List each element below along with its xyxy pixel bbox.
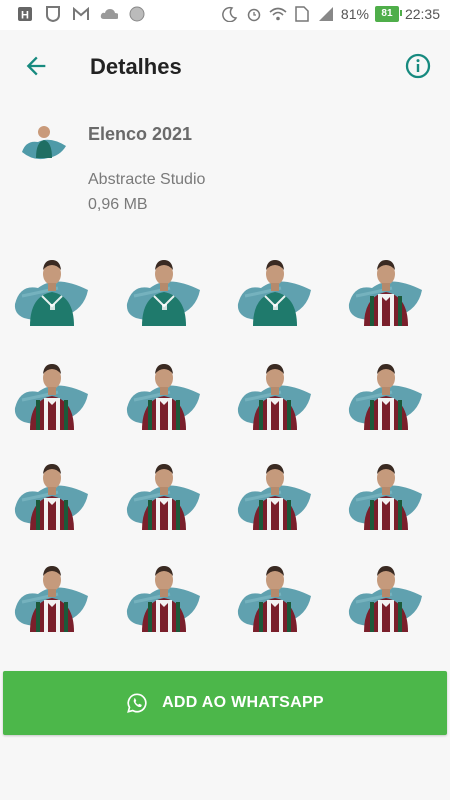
arrow-back-icon[interactable]: [22, 52, 50, 80]
wifi-icon: [269, 5, 287, 23]
sticker-item[interactable]: [12, 352, 92, 432]
sticker-item[interactable]: [346, 452, 426, 532]
player-sticker-image: [237, 464, 311, 530]
cloud-icon: [100, 5, 118, 23]
shield-icon: [44, 5, 62, 23]
player-sticker-image: [14, 364, 89, 430]
whatsapp-icon: [127, 693, 147, 713]
moon-icon: [221, 5, 239, 23]
player-sticker-image: [237, 260, 311, 326]
clock: 22:35: [404, 6, 440, 22]
player-sticker-image: [237, 364, 311, 430]
player-sticker-image: [348, 364, 422, 430]
pack-name: Elenco 2021: [88, 124, 193, 144]
player-sticker-image: [126, 566, 200, 632]
sticker-item[interactable]: [346, 554, 426, 634]
add-to-whatsapp-button[interactable]: ADD AO WHATSAPP: [3, 671, 447, 735]
sticker-item[interactable]: [235, 554, 315, 634]
alarm-icon: [245, 5, 263, 23]
battery-percent: 81%: [340, 6, 369, 22]
player-sticker-image: [126, 364, 200, 430]
app-bar: Detalhes: [0, 30, 450, 104]
player-sticker-image: [126, 464, 200, 530]
pack-tray-icon: [20, 122, 68, 162]
status-bar: H 81% 81 22:35: [0, 0, 450, 30]
sticker-item[interactable]: [124, 248, 204, 328]
sticker-item[interactable]: [124, 452, 204, 532]
sticker-item[interactable]: [235, 248, 315, 328]
player-sticker-image: [237, 566, 311, 632]
sticker-item[interactable]: [346, 352, 426, 432]
sticker-item[interactable]: [12, 554, 92, 634]
player-sticker-image: [126, 260, 200, 326]
pack-size: 0,96 MB: [88, 196, 148, 213]
player-sticker-image: [14, 566, 89, 632]
sticker-item[interactable]: [12, 452, 92, 532]
circle-icon: [128, 5, 146, 23]
gmail-icon: [72, 5, 90, 23]
page-title: Detalhes: [90, 54, 182, 79]
sticker-item[interactable]: [235, 352, 315, 432]
add-button-label: ADD AO WHATSAPP: [162, 694, 324, 711]
info-icon[interactable]: [404, 52, 432, 80]
sticker-item[interactable]: [12, 248, 92, 328]
battery-icon: 81: [374, 6, 402, 22]
sticker-item[interactable]: [235, 452, 315, 532]
player-sticker-image: [14, 260, 89, 326]
player-sticker-image: [348, 464, 422, 530]
sticker-item[interactable]: [346, 248, 426, 328]
sticker-item[interactable]: [124, 554, 204, 634]
pack-publisher: Abstracte Studio: [88, 171, 206, 188]
player-sticker-image: [14, 464, 89, 530]
signal-icon: [317, 5, 335, 23]
player-sticker-image: [348, 260, 422, 326]
sim-icon: [293, 5, 311, 23]
svg-text:H: H: [21, 10, 29, 22]
h-icon: H: [16, 5, 34, 23]
player-sticker-image: [348, 566, 422, 632]
sticker-item[interactable]: [124, 352, 204, 432]
